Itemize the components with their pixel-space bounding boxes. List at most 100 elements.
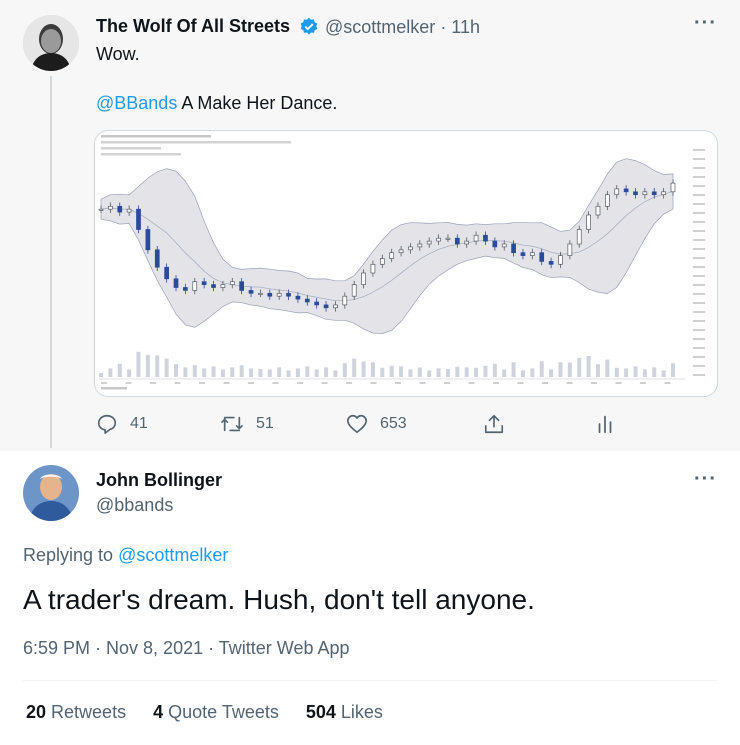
volume-bar: [183, 367, 188, 377]
price-axis-tick: [693, 374, 705, 376]
volume-bar: [220, 369, 225, 377]
reply-count: 41: [130, 415, 148, 432]
price-axis-tick: [693, 266, 705, 268]
like-count: 653: [380, 415, 407, 432]
candle: [145, 225, 151, 254]
price-axis-tick: [693, 311, 705, 313]
price-axis-tick: [693, 338, 705, 340]
volume-bar: [445, 369, 450, 377]
avatar-photo-icon: [23, 465, 79, 521]
price-chart: [98, 135, 705, 390]
volume-bar: [567, 362, 572, 377]
volume-bar: [549, 369, 554, 377]
volume-bar: [117, 363, 122, 377]
volume-bar: [192, 365, 197, 377]
price-axis-tick: [693, 329, 705, 331]
handle[interactable]: @scottmelker: [325, 17, 435, 37]
volume-bar: [605, 359, 610, 377]
volume-bar: [577, 358, 582, 377]
volume-bar: [455, 366, 460, 377]
time-axis-tick: [542, 382, 548, 384]
heart-icon: [347, 414, 367, 434]
volume-bar: [202, 368, 207, 377]
volume-bar: [520, 370, 525, 377]
analytics-button[interactable]: [594, 412, 616, 436]
more-options-icon[interactable]: ···: [694, 468, 717, 491]
price-axis-tick: [693, 248, 705, 250]
volume-bars: [99, 351, 675, 377]
volume-bar: [408, 369, 413, 377]
volume-bar: [530, 368, 535, 377]
price-axis-tick: [693, 158, 705, 160]
volume-bar: [464, 367, 469, 377]
volume-bar: [155, 355, 160, 377]
time-axis-tick: [370, 382, 377, 384]
volume-bar: [164, 358, 169, 377]
volume-bar: [436, 368, 441, 377]
retweet-button[interactable]: 51: [220, 412, 274, 436]
likes-label: Likes: [335, 702, 383, 722]
avatar[interactable]: [23, 465, 79, 521]
volume-bar: [483, 365, 488, 377]
volume-bar: [342, 363, 347, 377]
price-axis: [693, 149, 705, 376]
volume-bar: [249, 368, 254, 377]
time-axis-tick: [223, 382, 230, 384]
share-icon: [484, 414, 504, 434]
avatar[interactable]: [23, 15, 79, 71]
time-axis-tick: [248, 382, 254, 384]
mention-link[interactable]: @BBands: [96, 93, 177, 113]
timestamp[interactable]: · 11h: [440, 17, 480, 37]
volume-bar: [145, 354, 150, 377]
analytics-icon: [598, 415, 612, 434]
time-axis-tick: [493, 382, 499, 384]
replying-handle-link[interactable]: @scottmelker: [118, 545, 228, 565]
candle: [136, 205, 141, 234]
price-axis-tick: [693, 365, 705, 367]
likes-stat[interactable]: 504 Likes: [306, 702, 383, 722]
volume-bar: [286, 370, 291, 377]
volume-bar: [305, 366, 310, 377]
avatar-photo-icon: [23, 15, 79, 71]
retweets-stat[interactable]: 20 Retweets: [26, 702, 126, 722]
divider: [23, 680, 717, 681]
volume-bar: [277, 367, 282, 377]
more-options-icon[interactable]: ···: [694, 12, 717, 35]
share-button[interactable]: [483, 412, 505, 436]
volume-bar: [108, 368, 113, 377]
display-name[interactable]: John Bollinger: [96, 470, 222, 491]
price-axis-tick: [693, 239, 705, 241]
price-axis-tick: [693, 203, 705, 205]
retweet-count: 51: [256, 415, 274, 432]
reply-button[interactable]: 41: [96, 412, 148, 436]
volume-bar: [127, 369, 132, 377]
tweet-image[interactable]: [94, 130, 718, 397]
time-axis-tick: [174, 382, 181, 384]
volume-bar: [136, 351, 141, 377]
handle[interactable]: @bbands: [96, 495, 173, 516]
price-axis-tick: [693, 356, 705, 358]
volume-bar: [370, 362, 375, 377]
time-axis-tick: [101, 382, 107, 384]
time-axis-tick: [125, 382, 132, 384]
retweet-icon: [221, 416, 243, 432]
volume-bar: [539, 361, 544, 377]
tweet-stats: 20 Retweets 4 Quote Tweets 504 Likes: [26, 702, 383, 723]
display-name[interactable]: The Wolf Of All Streets: [96, 16, 290, 37]
parent-tweet[interactable]: The Wolf Of All Streets @scottmelker · 1…: [0, 0, 740, 451]
volume-bar: [558, 362, 563, 377]
volume-bar: [333, 370, 338, 377]
volume-bar: [258, 369, 263, 377]
tradingview-mark: [101, 387, 127, 390]
quotes-stat[interactable]: 4 Quote Tweets: [153, 702, 279, 722]
like-button[interactable]: 653: [346, 412, 407, 436]
time-axis-tick: [444, 382, 450, 384]
time-axis-tick: [640, 382, 646, 384]
tweet-meta[interactable]: 6:59 PM · Nov 8, 2021 · Twitter Web App: [23, 638, 350, 659]
time-axis-tick: [517, 382, 524, 384]
time-axis-tick: [297, 382, 303, 384]
price-axis-tick: [693, 176, 705, 178]
time-axis-tick: [199, 382, 205, 384]
volume-bar: [633, 366, 638, 377]
chart-header-lines: [101, 135, 291, 156]
